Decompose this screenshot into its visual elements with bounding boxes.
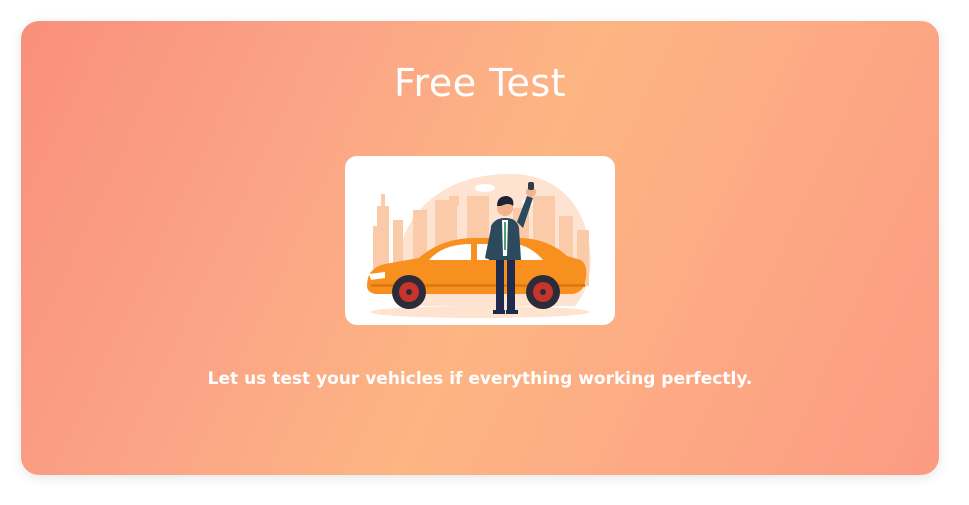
free-test-card[interactable]: Free Test Let us test your vehicles if e… — [21, 21, 939, 475]
car-owner-with-keys-icon — [367, 173, 591, 318]
card-title: Free Test — [393, 61, 567, 105]
card-caption: Let us test your vehicles if everything … — [207, 369, 753, 389]
car-owner-illustration — [345, 156, 615, 325]
